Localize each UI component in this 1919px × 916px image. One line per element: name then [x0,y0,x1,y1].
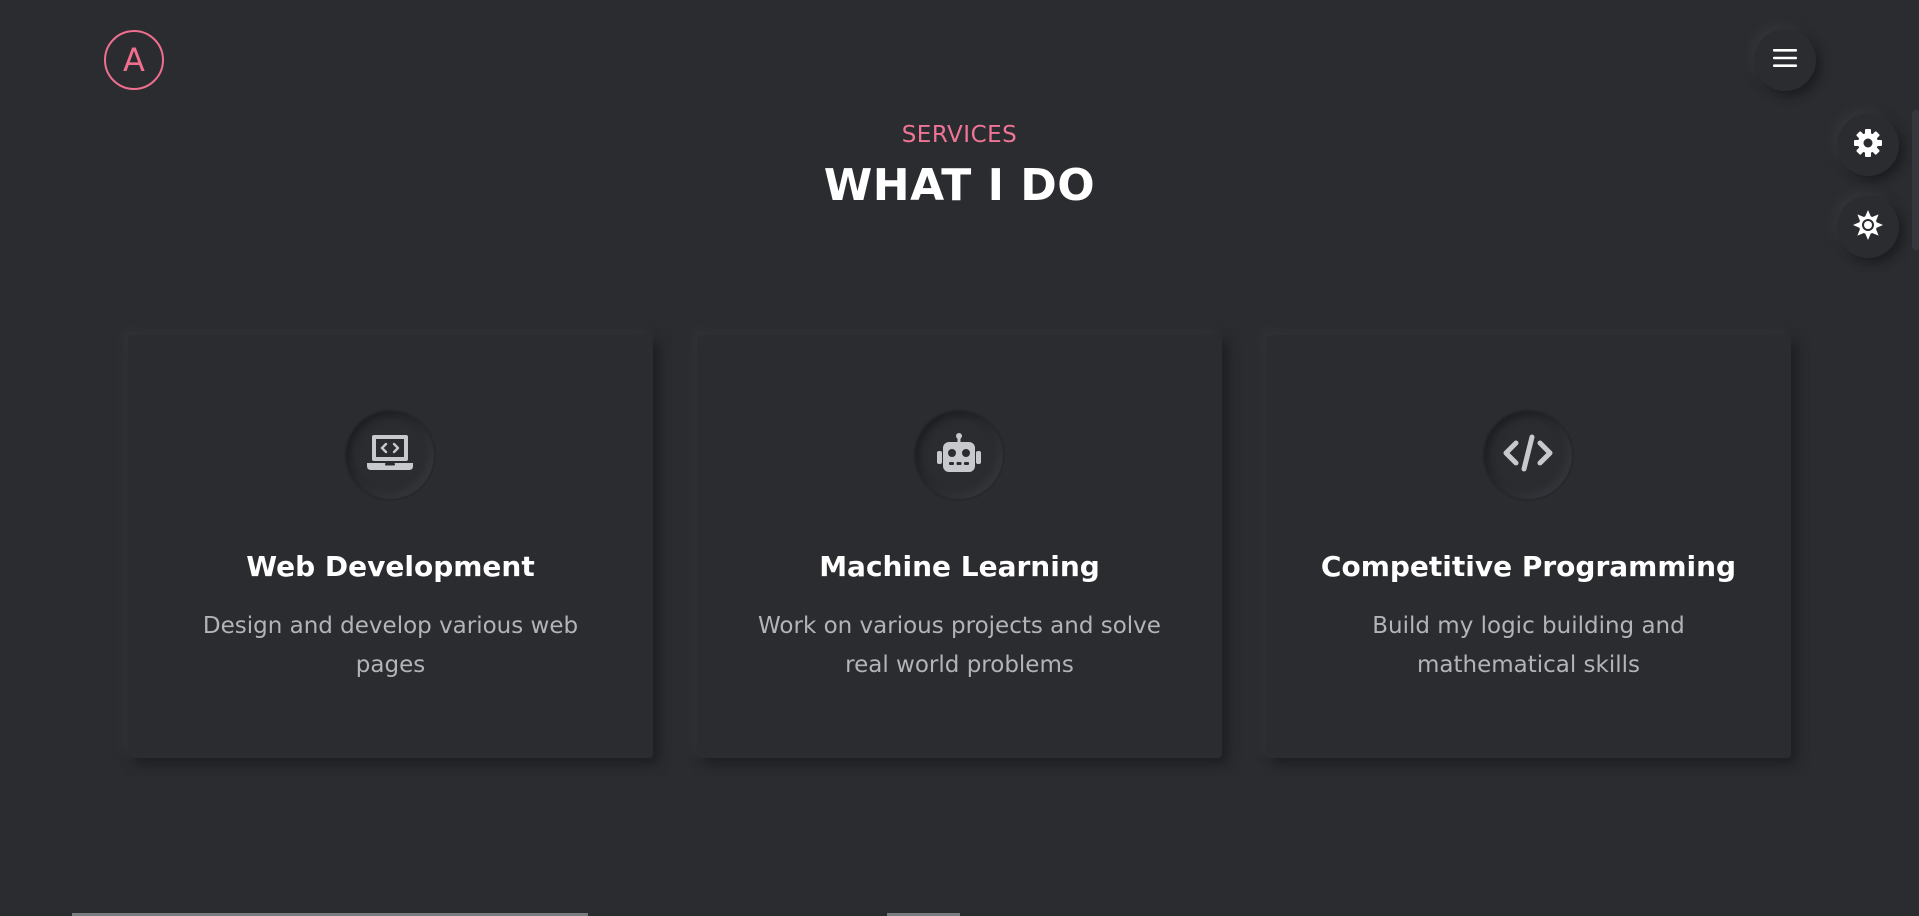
laptop-code-icon [365,432,415,478]
menu-button[interactable] [1754,29,1816,91]
service-icon-wrapper [1484,411,1572,499]
hamburger-menu-icon [1772,47,1798,73]
service-title: Competitive Programming [1320,550,1737,583]
service-icon-wrapper [915,411,1003,499]
page: A SERVICES WHAT I DO Web Development Des… [0,0,1919,916]
section-eyebrow: SERVICES [901,122,1018,148]
service-icon-wrapper [346,411,434,499]
service-description: Design and develop various web pages [202,613,579,678]
robot-icon [935,432,983,478]
logo-letter: A [123,41,145,79]
service-description: Work on various projects and solve real … [758,613,1161,678]
service-title: Web Development [246,550,535,583]
service-card-web-development: Web Development Design and develop vario… [128,335,653,758]
service-description: Build my logic building and mathematical… [1372,613,1685,678]
sun-icon [1852,209,1884,245]
code-icon [1502,433,1554,477]
service-card-machine-learning: Machine Learning Work on various project… [697,335,1222,758]
section-title: WHAT I DO [823,160,1096,211]
service-card-competitive-programming: Competitive Programming Build my logic b… [1266,335,1791,758]
logo[interactable]: A [104,30,164,90]
service-title: Machine Learning [819,550,1100,583]
